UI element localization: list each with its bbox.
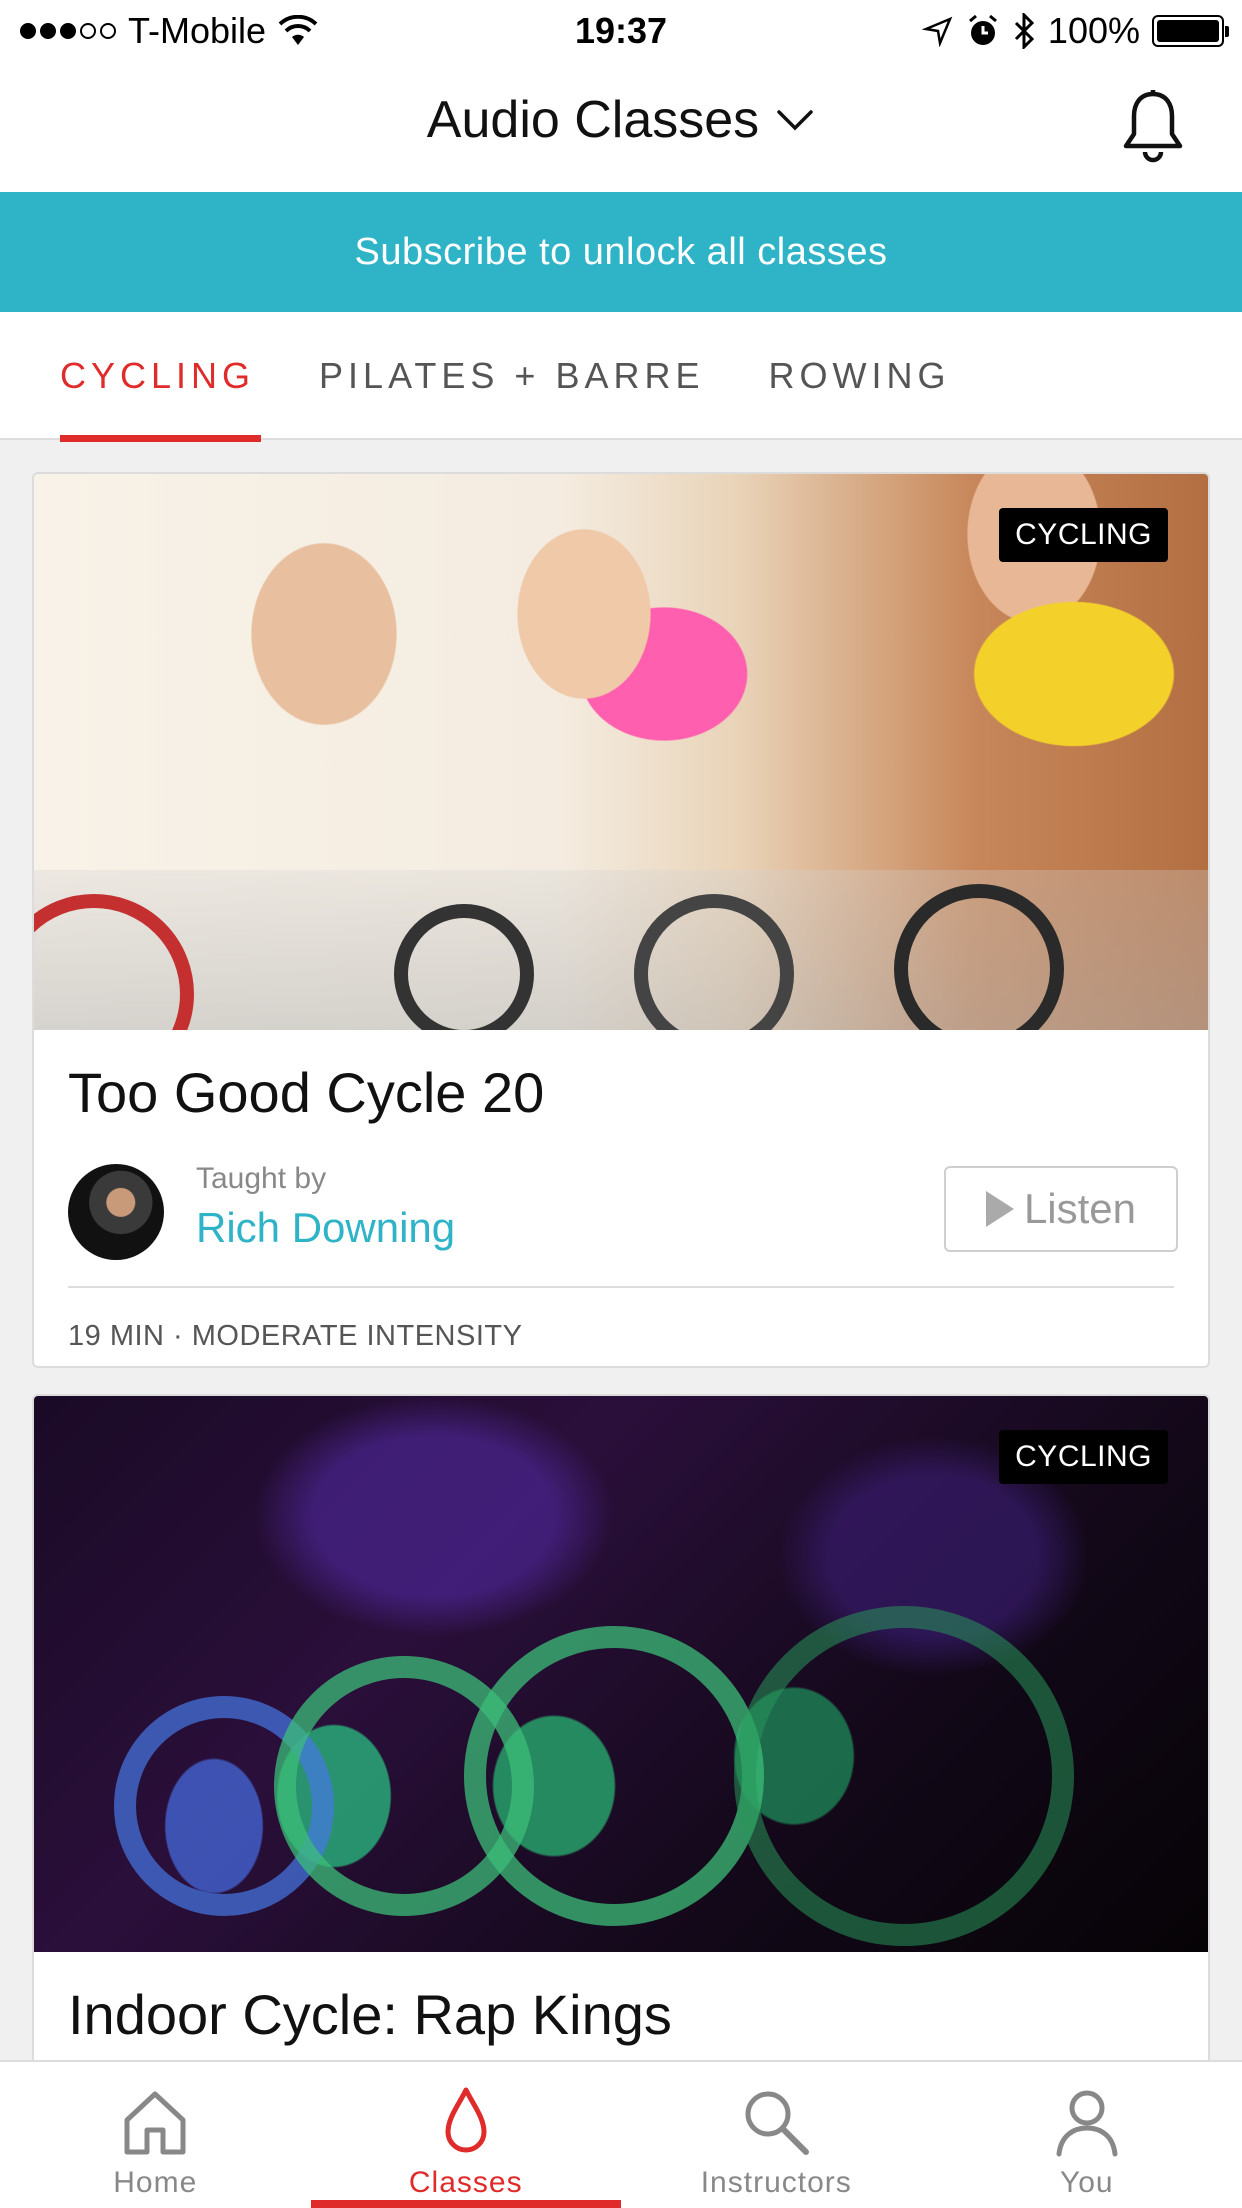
- class-type-selector[interactable]: Audio Classes: [0, 90, 1242, 150]
- carrier-name: T-Mobile: [128, 10, 267, 51]
- class-card[interactable]: CYCLING Too Good Cycle 20 Taught by Rich…: [32, 472, 1210, 1368]
- alarm-icon: [968, 14, 997, 45]
- play-icon: [985, 1191, 1014, 1227]
- status-left: T-Mobile: [20, 10, 318, 52]
- class-image: CYCLING: [34, 474, 1208, 1030]
- class-title: Indoor Cycle: Rap Kings: [68, 1983, 672, 2046]
- nav-label: You: [1059, 2166, 1114, 2199]
- class-title: Too Good Cycle 20: [68, 1061, 545, 1124]
- listen-label: Listen: [1023, 1185, 1137, 1232]
- drop-icon: [445, 2087, 487, 2153]
- nav-label: Home: [113, 2166, 198, 2199]
- tab-cycling[interactable]: CYCLING: [60, 312, 262, 442]
- battery-icon: [1152, 15, 1229, 47]
- nav-classes[interactable]: Classes: [310, 2062, 622, 2208]
- instructor-link[interactable]: Rich Downing: [196, 1204, 455, 1252]
- battery-percent: 100%: [1047, 10, 1140, 51]
- status-right: 100%: [921, 10, 1229, 52]
- category-badge: CYCLING: [999, 508, 1168, 562]
- tab-label: PILATES + BARRE: [319, 355, 705, 396]
- subscribe-text: Subscribe to unlock all classes: [354, 230, 888, 273]
- page-title: Audio Classes: [426, 91, 760, 149]
- category-badge: CYCLING: [999, 1430, 1168, 1484]
- bottom-nav: Home Classes Instructors You: [0, 2060, 1242, 2208]
- taught-by-label: Taught by: [196, 1162, 327, 1195]
- nav-label: Instructors: [700, 2166, 852, 2199]
- location-icon: [921, 16, 953, 47]
- chevron-down-icon: [777, 110, 813, 131]
- nav-home[interactable]: Home: [0, 2062, 311, 2208]
- tab-label: ROWING: [768, 355, 951, 396]
- home-icon: [124, 2091, 186, 2155]
- nav-instructors[interactable]: Instructors: [621, 2062, 932, 2208]
- listen-button[interactable]: Listen: [944, 1166, 1178, 1252]
- class-card[interactable]: CYCLING Indoor Cycle: Rap Kings: [32, 1394, 1210, 2114]
- nav-you[interactable]: You: [932, 2062, 1242, 2208]
- tab-pilates-barre[interactable]: PILATES + BARRE: [319, 312, 704, 440]
- subscribe-banner[interactable]: Subscribe to unlock all classes: [0, 192, 1242, 312]
- bluetooth-icon: [1014, 13, 1035, 49]
- avatar[interactable]: [68, 1164, 164, 1260]
- nav-label: Classes: [408, 2166, 523, 2199]
- app-header: Audio Classes: [0, 62, 1242, 192]
- search-icon: [745, 2091, 810, 2155]
- tab-rowing[interactable]: ROWING: [768, 312, 950, 440]
- class-meta: 19 MIN · MODERATE INTENSITY: [68, 1320, 523, 1352]
- card-divider: [68, 1286, 1174, 1288]
- category-tabs: CYCLING PILATES + BARRE ROWING: [0, 312, 1242, 442]
- notification-bell-icon[interactable]: [1120, 88, 1186, 164]
- signal-strength-icon: [20, 23, 116, 39]
- wifi-icon: [278, 15, 318, 45]
- person-icon: [1056, 2090, 1118, 2157]
- instructor-row: Taught by Rich Downing Listen: [68, 1158, 1178, 1260]
- class-image: CYCLING: [34, 1396, 1208, 1952]
- tab-label: CYCLING: [60, 355, 256, 396]
- status-bar: T-Mobile 19:37 100%: [0, 0, 1242, 62]
